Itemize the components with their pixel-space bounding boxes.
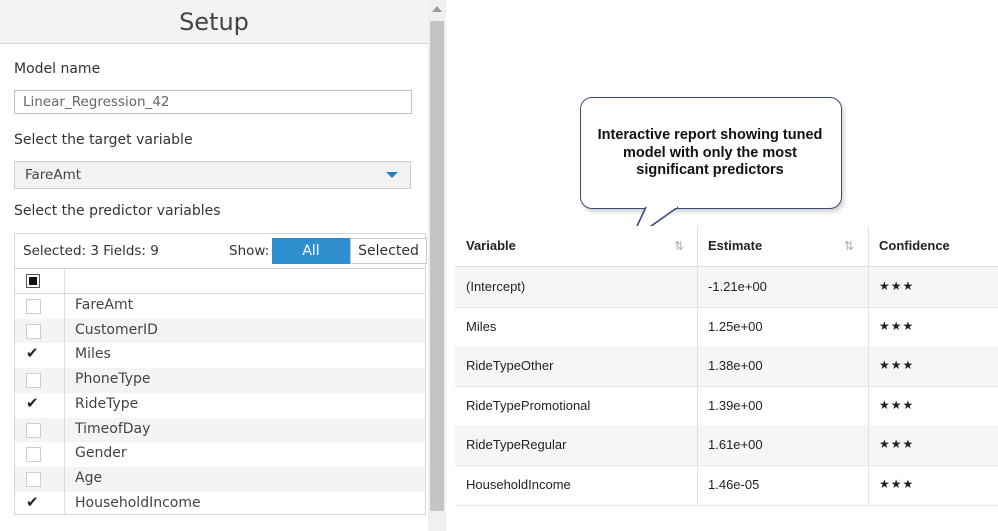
header-variable[interactable]: Variable [466,226,516,266]
cell-estimate: 1.38e+00 [708,358,763,374]
row-checkbox[interactable] [26,471,41,487]
grid-toolbar: Selected: 3 Fields: 9 Show: All Selected [15,234,427,269]
field-name: Gender [75,445,127,462]
column-divider [868,226,869,505]
row-checkbox[interactable] [26,447,41,463]
setup-title: Setup [0,0,428,44]
column-divider [697,226,698,505]
model-name-input[interactable]: Linear_Regression_42 [14,90,412,114]
header-confidence[interactable]: Confidence [879,226,950,266]
cell-variable: RideTypePromotional [466,397,591,413]
predictor-row[interactable]: FareAmt [15,294,425,319]
predictor-row[interactable]: PhoneType [15,368,425,393]
model-name-label: Model name [14,61,101,77]
chevron-down-icon[interactable] [386,172,398,178]
scroll-up-icon[interactable] [432,6,442,12]
report-header-row: Variable ⇅ Estimate ⇅ Confidence [455,226,998,267]
cell-confidence: ★★★ [879,358,915,373]
cell-estimate: 1.61e+00 [708,437,763,453]
field-name: FareAmt [75,297,134,313]
cell-confidence: ★★★ [879,279,915,293]
field-name: TimeofDay [75,420,151,437]
predictor-row[interactable]: TimeofDay [15,417,425,443]
field-name: PhoneType [75,371,151,388]
row-checkbox[interactable] [26,422,41,438]
cell-estimate: 1.25e+00 [708,318,763,334]
selected-count: Selected: 3 Fields: 9 [23,243,159,259]
cell-estimate: -1.21e+00 [708,279,767,294]
predictor-row[interactable]: CustomerID [15,318,425,344]
cell-variable: RideTypeOther [466,358,554,374]
target-variable-value: FareAmt [25,167,82,183]
predictor-row[interactable]: Gender [15,442,425,467]
cell-confidence: ★★★ [879,318,915,333]
cell-variable: HouseholdIncome [466,477,571,492]
show-label: Show: [229,243,270,259]
row-checkbox[interactable] [26,373,41,389]
scrollbar-thumb[interactable] [430,21,444,511]
predictor-grid: Selected: 3 Fields: 9 Show: All Selected… [14,233,427,517]
row-checkbox[interactable] [26,299,41,314]
cell-confidence: ★★★ [879,397,915,412]
field-name: CustomerID [75,321,158,338]
field-name: Age [75,469,103,486]
cell-variable: (Intercept) [466,279,526,294]
field-name: HouseholdIncome [75,494,201,511]
cell-estimate: 1.46e-05 [708,477,760,492]
predictor-row[interactable]: ✔ RideType [15,393,425,418]
table-row: RideTypeRegular 1.61e+00 ★★★ [455,425,998,466]
cell-estimate: 1.39e+00 [708,397,763,413]
checkmark-icon[interactable]: ✔ [26,493,39,511]
report-table: Variable ⇅ Estimate ⇅ Confidence (Interc… [455,226,998,506]
cell-variable: Miles [466,318,497,334]
target-variable-label: Select the target variable [14,132,193,148]
field-name: RideType [75,395,139,412]
sort-icon[interactable]: ⇅ [844,239,854,253]
predictor-row[interactable]: ✔ HouseholdIncome [15,492,425,517]
callout-text: Interactive report showing tuned model w… [597,127,823,178]
predictor-row[interactable]: Age [15,466,425,492]
grid-header-row [15,269,425,294]
show-selected-button[interactable]: Selected [350,238,427,264]
field-name: Miles [75,346,111,363]
cell-confidence: ★★★ [879,437,915,452]
table-row: RideTypeOther 1.38e+00 ★★★ [455,346,998,387]
table-row: RideTypePromotional 1.39e+00 ★★★ [455,386,998,427]
predictor-row[interactable]: ✔ Miles [15,343,425,368]
table-row: (Intercept) -1.21e+00 ★★★ [455,267,998,308]
checkmark-icon[interactable]: ✔ [26,394,39,412]
cell-confidence: ★★★ [879,477,915,491]
table-row: HouseholdIncome 1.46e-05 ★★★ [455,465,998,506]
target-variable-select[interactable]: FareAmt [14,161,411,189]
sort-icon[interactable]: ⇅ [674,239,684,253]
table-row: Miles 1.25e+00 ★★★ [455,307,998,348]
setup-panel: Setup Model name Linear_Regression_42 Se… [0,0,428,531]
cell-variable: RideTypeRegular [466,437,567,453]
header-estimate[interactable]: Estimate [708,226,762,266]
column-divider [64,269,65,514]
select-all-checkbox[interactable] [26,274,40,288]
predictor-variables-label: Select the predictor variables [14,203,221,219]
show-all-button[interactable]: All [272,238,350,264]
row-checkbox[interactable] [26,323,41,339]
checkmark-icon[interactable]: ✔ [26,344,39,362]
